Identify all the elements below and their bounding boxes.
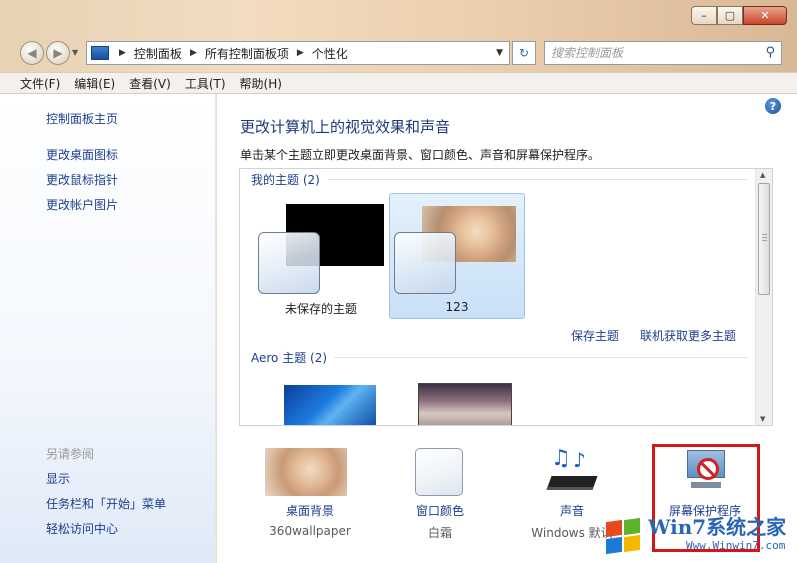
theme-window-glass-preview [394, 232, 456, 294]
page-title: 更改计算机上的视觉效果和声音 [240, 118, 451, 136]
control-panel-home-link[interactable]: 控制面板主页 [46, 110, 118, 127]
window-color-icon [415, 448, 463, 496]
task-pane: 控制面板主页 更改桌面图标 更改鼠标指针 更改帐户图片 另请参阅 显示 任务栏和… [0, 94, 216, 563]
setting-value: 白霜 [427, 526, 452, 540]
window-color-setting[interactable]: 窗口颜色 白霜 [385, 444, 495, 544]
breadcrumb-personalization[interactable]: 个性化 [312, 45, 348, 62]
search-icon[interactable]: ⚲ [765, 45, 775, 60]
ease-of-access-link[interactable]: 轻松访问中心 [46, 520, 118, 537]
scroll-down-icon[interactable]: ▼ [760, 415, 765, 423]
menu-view[interactable]: 查看(V) [129, 75, 171, 92]
setting-value: 360wallpaper [269, 524, 351, 538]
watermark: Win7系统之家 Www.Winwin7.com [600, 509, 797, 563]
breadcrumb-control-panel[interactable]: 控制面板 [134, 45, 182, 62]
watermark-url: Www.Winwin7.com [686, 539, 786, 552]
theme-window-glass-preview [258, 232, 320, 294]
menu-edit[interactable]: 编辑(E) [74, 75, 115, 92]
help-icon[interactable]: ? [765, 98, 781, 114]
menu-file[interactable]: 文件(F) [20, 75, 60, 92]
change-mouse-pointers-link[interactable]: 更改鼠标指针 [46, 171, 118, 188]
address-bar[interactable]: ▶ 控制面板 ▶ 所有控制面板项 ▶ 个性化 ▼ [86, 41, 510, 65]
setting-name: 桌面背景 [285, 504, 334, 518]
chevron-right-icon[interactable]: ▶ [190, 48, 197, 58]
main-content: ? 更改计算机上的视觉效果和声音 单击某个主题立即更改桌面背景、窗口颜色、声音和… [217, 94, 797, 563]
navigation-bar: ◀ ▶ ▼ ▶ 控制面板 ▶ 所有控制面板项 ▶ 个性化 ▼ ↻ ⚲ [0, 38, 797, 68]
save-theme-link[interactable]: 保存主题 [571, 327, 619, 344]
chevron-right-icon[interactable]: ▶ [119, 48, 126, 58]
chevron-right-icon[interactable]: ▶ [297, 48, 304, 58]
theme-list: 我的主题 (2) 未保存的主题 123 保存主题 联机获取更多主题 Aero 主… [239, 168, 773, 426]
see-also-heading: 另请参阅 [46, 447, 95, 461]
search-box[interactable]: ⚲ [544, 41, 782, 65]
recent-pages-dropdown[interactable]: ▼ [72, 48, 78, 57]
aero-theme-landscapes-preview[interactable] [418, 383, 512, 425]
group-divider [334, 357, 748, 358]
theme-label: 123 [445, 300, 469, 314]
my-themes-heading: 我的主题 (2) [251, 173, 320, 187]
menu-bar: 文件(F) 编辑(E) 查看(V) 工具(T) 帮助(H) [0, 72, 797, 94]
watermark-title: Win7系统之家 [648, 515, 787, 539]
group-divider [328, 179, 748, 180]
scroll-grip [762, 234, 767, 242]
control-panel-icon [91, 46, 109, 60]
menu-help[interactable]: 帮助(H) [240, 75, 282, 92]
address-dropdown-icon[interactable]: ▼ [496, 48, 503, 58]
setting-name: 窗口颜色 [415, 504, 464, 518]
theme-label: 未保存的主题 [284, 302, 357, 316]
aero-themes-heading: Aero 主题 (2) [251, 351, 328, 365]
change-desktop-icons-link[interactable]: 更改桌面图标 [46, 146, 118, 163]
minimize-button[interactable]: – [691, 6, 717, 25]
breadcrumb-all-items[interactable]: 所有控制面板项 [205, 45, 289, 62]
scroll-thumb[interactable] [758, 183, 770, 295]
personalization-window: – ▢ ✕ ◀ ▶ ▼ ▶ 控制面板 ▶ 所有控制面板项 ▶ 个性化 ▼ ↻ ⚲… [0, 0, 797, 563]
theme-unsaved[interactable]: 未保存的主题 [253, 193, 389, 319]
close-button[interactable]: ✕ [743, 6, 787, 25]
desktop-background-setting[interactable]: 桌面背景 360wallpaper [255, 444, 365, 544]
theme-123[interactable]: 123 [389, 193, 525, 319]
page-description: 单击某个主题立即更改桌面背景、窗口颜色、声音和屏幕保护程序。 [240, 148, 601, 162]
sound-icon: ♫ ♪ [546, 446, 599, 496]
back-button[interactable]: ◀ [20, 41, 44, 65]
theme-list-scrollbar[interactable]: ▲ ▼ [755, 169, 772, 425]
forward-button[interactable]: ▶ [46, 41, 70, 65]
maximize-button[interactable]: ▢ [717, 6, 743, 25]
scroll-up-icon[interactable]: ▲ [760, 171, 765, 179]
display-link[interactable]: 显示 [46, 470, 70, 487]
get-more-themes-link[interactable]: 联机获取更多主题 [640, 327, 736, 344]
refresh-button[interactable]: ↻ [512, 41, 536, 65]
menu-tools[interactable]: 工具(T) [185, 75, 226, 92]
change-account-picture-link[interactable]: 更改帐户图片 [46, 196, 118, 213]
taskbar-start-menu-link[interactable]: 任务栏和「开始」菜单 [46, 495, 166, 512]
windows-logo-icon [604, 517, 644, 557]
aero-theme-windows7-preview[interactable] [284, 385, 376, 425]
search-input[interactable] [551, 46, 751, 60]
wallpaper-icon [265, 448, 347, 496]
caption-buttons: – ▢ ✕ [691, 6, 787, 25]
